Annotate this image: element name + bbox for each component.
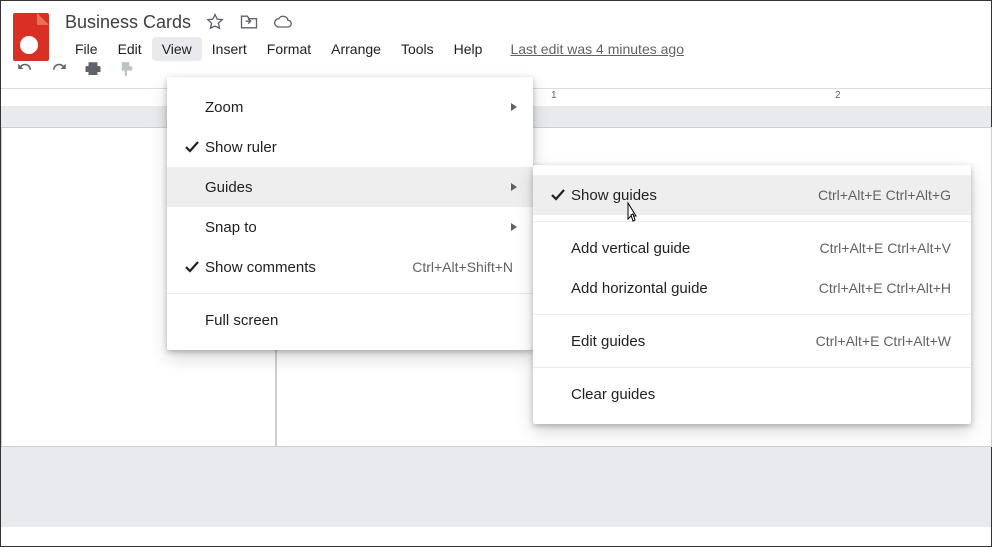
- menu-label: Full screen: [205, 312, 513, 329]
- check-icon: [545, 187, 571, 203]
- guides-submenu: Show guides Ctrl+Alt+E Ctrl+Alt+G Add ve…: [533, 165, 971, 424]
- menu-arrange[interactable]: Arrange: [321, 37, 391, 61]
- ruler-mark: 2: [835, 90, 841, 101]
- move-icon[interactable]: [239, 12, 259, 32]
- menu-shortcut: Ctrl+Alt+E Ctrl+Alt+V: [820, 240, 952, 256]
- menu-item-show-ruler[interactable]: Show ruler: [167, 127, 533, 167]
- paint-format-button[interactable]: [113, 55, 141, 83]
- app-icon: [13, 13, 49, 61]
- menu-separator: [167, 293, 533, 294]
- menu-insert[interactable]: Insert: [202, 37, 257, 61]
- menu-item-zoom[interactable]: Zoom: [167, 87, 533, 127]
- document-title[interactable]: Business Cards: [65, 12, 191, 33]
- menu-separator: [533, 367, 971, 368]
- menu-separator: [533, 314, 971, 315]
- menu-label: Guides: [205, 179, 513, 196]
- check-icon: [179, 139, 205, 155]
- menu-item-full-screen[interactable]: Full screen: [167, 300, 533, 340]
- menu-separator: [533, 221, 971, 222]
- menu-item-snap-to[interactable]: Snap to: [167, 207, 533, 247]
- menu-help[interactable]: Help: [444, 37, 493, 61]
- menu-bar: File Edit View Insert Format Arrange Too…: [65, 35, 684, 63]
- menu-shortcut: Ctrl+Alt+E Ctrl+Alt+H: [819, 280, 951, 296]
- menu-shortcut: Ctrl+Alt+E Ctrl+Alt+W: [816, 333, 951, 349]
- ruler-mark: 1: [551, 90, 557, 101]
- title-bar: Business Cards File Edit View Insert For…: [1, 1, 991, 45]
- menu-label: Add horizontal guide: [571, 280, 819, 297]
- menu-item-add-vertical-guide[interactable]: Add vertical guide Ctrl+Alt+E Ctrl+Alt+V: [533, 228, 971, 268]
- redo-button[interactable]: [45, 55, 73, 83]
- menu-item-clear-guides[interactable]: Clear guides: [533, 374, 971, 414]
- star-icon[interactable]: [205, 12, 225, 32]
- menu-item-guides[interactable]: Guides: [167, 167, 533, 207]
- menu-format[interactable]: Format: [257, 37, 321, 61]
- menu-label: Show guides: [571, 187, 818, 204]
- menu-item-add-horizontal-guide[interactable]: Add horizontal guide Ctrl+Alt+E Ctrl+Alt…: [533, 268, 971, 308]
- menu-shortcut: Ctrl+Alt+E Ctrl+Alt+G: [818, 187, 951, 203]
- menu-label: Edit guides: [571, 333, 816, 350]
- menu-label: Show comments: [205, 259, 412, 276]
- menu-item-edit-guides[interactable]: Edit guides Ctrl+Alt+E Ctrl+Alt+W: [533, 321, 971, 361]
- submenu-arrow-icon: [509, 219, 519, 236]
- menu-label: Show ruler: [205, 139, 513, 156]
- submenu-arrow-icon: [509, 99, 519, 116]
- check-icon: [179, 259, 205, 275]
- menu-label: Add vertical guide: [571, 240, 820, 257]
- menu-tools[interactable]: Tools: [391, 37, 444, 61]
- menu-label: Clear guides: [571, 386, 951, 403]
- last-edit-link[interactable]: Last edit was 4 minutes ago: [510, 41, 684, 57]
- menu-item-show-comments[interactable]: Show comments Ctrl+Alt+Shift+N: [167, 247, 533, 287]
- view-menu-dropdown: Zoom Show ruler Guides Snap to Show comm…: [167, 77, 533, 350]
- print-button[interactable]: [79, 55, 107, 83]
- menu-item-show-guides[interactable]: Show guides Ctrl+Alt+E Ctrl+Alt+G: [533, 175, 971, 215]
- cloud-status-icon[interactable]: [273, 12, 293, 32]
- menu-view[interactable]: View: [152, 37, 202, 61]
- menu-label: Zoom: [205, 99, 513, 116]
- submenu-arrow-icon: [509, 179, 519, 196]
- menu-shortcut: Ctrl+Alt+Shift+N: [412, 259, 513, 275]
- menu-label: Snap to: [205, 219, 513, 236]
